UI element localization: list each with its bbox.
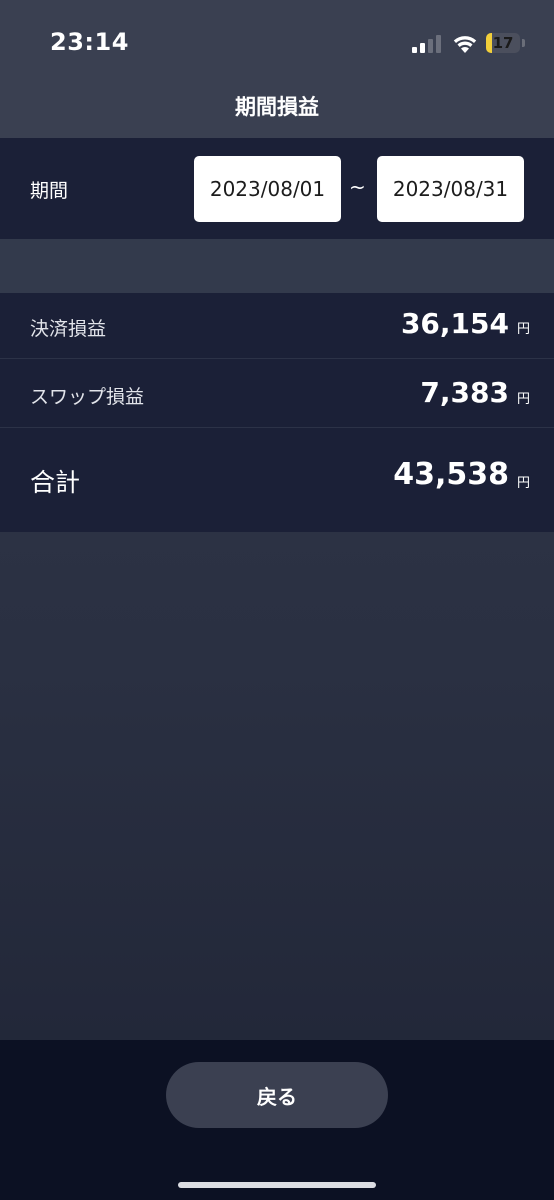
end-date-field[interactable]: 2023/08/31 <box>377 156 524 222</box>
total-pl-row: 合計 43,538 円 <box>0 429 554 532</box>
total-pl-unit: 円 <box>516 476 530 491</box>
total-pl-value: 43,538 <box>393 457 509 492</box>
battery-tip <box>522 39 525 47</box>
nav-bar: 期間損益 <box>0 88 554 138</box>
settlement-pl-value: 36,154 <box>400 307 509 340</box>
period-label: 期間 <box>30 180 69 202</box>
swap-pl-row: スワップ損益 7,383 円 <box>0 360 554 428</box>
bottom-bar: 戻る <box>0 1040 554 1200</box>
end-date-value: 2023/08/31 <box>392 177 509 201</box>
settlement-pl-row: 決済損益 36,154 円 <box>0 293 554 359</box>
back-button[interactable]: 戻る <box>166 1062 388 1128</box>
settlement-pl-label: 決済損益 <box>30 318 107 340</box>
battery-icon: 17 <box>486 33 520 53</box>
start-date-value: 2023/08/01 <box>209 177 326 201</box>
swap-pl-value: 7,383 <box>420 376 509 409</box>
swap-pl-unit: 円 <box>516 392 530 407</box>
start-date-field[interactable]: 2023/08/01 <box>194 156 341 222</box>
period-selector: 期間 2023/08/01 ~ 2023/08/31 <box>0 138 554 239</box>
section-divider <box>0 239 554 293</box>
cellular-signal-icon <box>412 35 441 53</box>
home-indicator[interactable] <box>178 1182 376 1188</box>
settlement-pl-unit: 円 <box>516 322 530 337</box>
status-time: 23:14 <box>50 28 129 56</box>
profit-loss-summary: 決済損益 36,154 円 スワップ損益 7,383 円 合計 43,538 円 <box>0 293 554 532</box>
status-bar: 23:14 17 <box>0 0 554 88</box>
total-pl-label: 合計 <box>30 468 81 497</box>
date-separator: ~ <box>349 175 366 199</box>
wifi-icon <box>453 36 477 53</box>
page-title: 期間損益 <box>235 95 319 119</box>
swap-pl-label: スワップ損益 <box>30 386 145 408</box>
battery-level: 17 <box>492 34 514 52</box>
